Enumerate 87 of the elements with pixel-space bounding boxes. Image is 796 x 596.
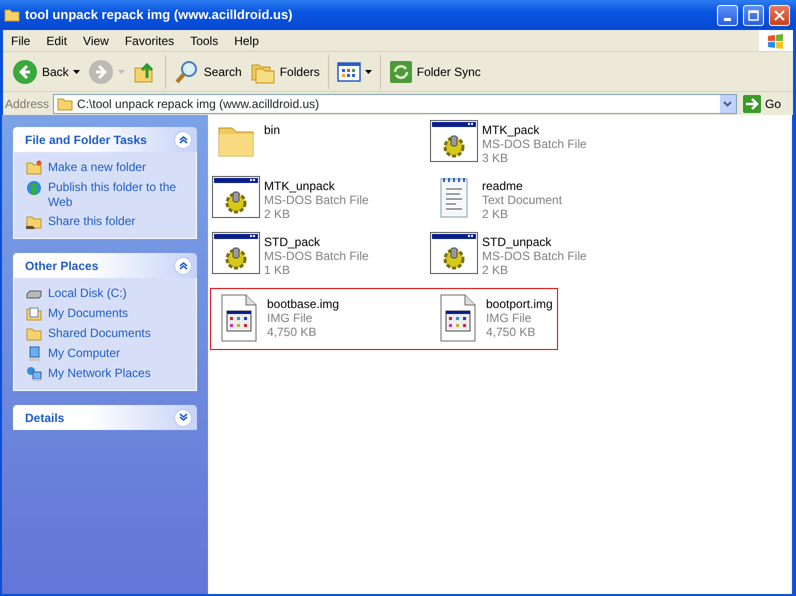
menu-item[interactable]: View xyxy=(75,32,117,50)
go-arrow-icon xyxy=(742,94,761,112)
file-name[interactable]: readme xyxy=(482,180,562,194)
caret-icon xyxy=(118,70,125,74)
file-type: MS-DOS Batch File xyxy=(482,138,587,152)
minimize-button[interactable] xyxy=(717,4,738,26)
file-name[interactable]: bootport.img xyxy=(486,298,553,312)
file-size: 2 KB xyxy=(264,208,292,222)
file-type: IMG File xyxy=(486,312,532,326)
task-link[interactable]: Share this folder xyxy=(48,214,136,229)
menu-item[interactable]: Edit xyxy=(38,32,76,50)
file-name[interactable]: bootbase.img xyxy=(267,298,340,312)
menu-item[interactable]: Help xyxy=(226,32,267,50)
gear-window-icon xyxy=(212,232,260,274)
highlighted-file-item[interactable]: bootport.img IMG File 4,750 KB xyxy=(430,288,558,350)
gear-window-icon xyxy=(430,232,478,274)
folder-icon xyxy=(57,96,74,112)
close-icon xyxy=(774,10,785,20)
pane-title: Other Places xyxy=(25,258,98,274)
task-link[interactable]: Make a new folder xyxy=(48,160,146,175)
pane-title: Details xyxy=(25,410,64,426)
file-size: 4,750 KB xyxy=(267,326,318,340)
sync-button[interactable]: Folder Sync xyxy=(386,58,484,86)
maximize-icon xyxy=(748,10,759,20)
image-file-icon xyxy=(438,294,478,342)
pane-title: File and Folder Tasks xyxy=(25,132,147,148)
folders-button[interactable]: Folders xyxy=(246,58,323,86)
file-size: 2 KB xyxy=(482,208,510,222)
maximize-button[interactable] xyxy=(743,4,764,26)
file-size: 3 KB xyxy=(482,152,510,166)
collapse-button[interactable] xyxy=(174,130,192,148)
sync-arrows-icon xyxy=(388,60,413,84)
file-name[interactable]: STD_pack xyxy=(264,236,369,250)
address-label: Address xyxy=(5,96,50,112)
gear-window-icon xyxy=(430,120,478,162)
search-button[interactable]: Search xyxy=(170,56,245,86)
task-link[interactable]: Shared Documents xyxy=(48,326,151,341)
address-field[interactable]: C:\tool unpack repack img (www.acilldroid.us) xyxy=(53,94,737,114)
menu-item[interactable]: Favorites xyxy=(116,32,182,50)
file-type: MS-DOS Batch File xyxy=(482,250,587,264)
file-size: 1 KB xyxy=(264,264,292,278)
file-name[interactable]: MTK_pack xyxy=(482,124,587,138)
shared-folder-icon xyxy=(26,214,42,230)
menu-item[interactable]: File xyxy=(3,32,38,50)
caret-icon xyxy=(364,70,372,74)
dropdown-button[interactable] xyxy=(720,94,736,112)
file-name[interactable]: MTK_unpack xyxy=(264,180,369,194)
new-folder-icon xyxy=(26,160,42,176)
file-name[interactable]: STD_unpack xyxy=(482,236,587,250)
file-type: IMG File xyxy=(267,312,314,326)
chevron-up-icon xyxy=(178,261,188,270)
highlighted-file-item[interactable]: bootbase.img IMG File 4,750 KB xyxy=(210,288,430,350)
computer-icon xyxy=(26,346,42,362)
notepad-icon xyxy=(438,176,470,220)
chevron-up-icon xyxy=(178,135,188,144)
caret-icon xyxy=(72,70,80,74)
file-type: MS-DOS Batch File xyxy=(264,194,369,208)
network-computers-icon xyxy=(26,366,42,382)
image-file-icon xyxy=(219,294,259,342)
task-link[interactable]: Local Disk (C:) xyxy=(48,286,127,301)
close-button[interactable] xyxy=(769,4,790,26)
file-name[interactable]: bin xyxy=(264,124,280,138)
go-button[interactable]: Go xyxy=(740,94,791,112)
search-icon xyxy=(174,58,200,84)
file-type: MS-DOS Batch File xyxy=(264,250,369,264)
folder-icon xyxy=(26,326,42,342)
minimize-icon xyxy=(724,18,731,20)
collapse-button[interactable] xyxy=(174,408,192,426)
gear-window-icon xyxy=(212,176,260,218)
task-link[interactable]: My Network Places xyxy=(48,366,151,381)
window-title: tool unpack repack img (www.acilldroid.us) xyxy=(25,6,294,24)
file-size: 4,750 KB xyxy=(486,326,536,340)
file-size: 2 KB xyxy=(482,264,510,278)
task-link[interactable]: My Documents xyxy=(48,306,128,321)
task-link[interactable]: My Computer xyxy=(48,346,120,361)
chevron-down-icon xyxy=(723,100,732,106)
views-grid-icon xyxy=(336,62,361,82)
task-link[interactable]: Publish this folder to the Web xyxy=(48,180,188,210)
folder-icon xyxy=(4,7,20,23)
windows-flag-icon xyxy=(767,32,785,48)
chevron-down-icon xyxy=(178,413,188,422)
back-button[interactable]: Back xyxy=(9,56,83,86)
menu-item[interactable]: Tools xyxy=(182,32,226,50)
file-type: Text Document xyxy=(482,194,562,208)
globe-upload-icon xyxy=(26,180,42,196)
documents-folder-icon xyxy=(26,306,42,322)
collapse-button[interactable] xyxy=(174,256,192,274)
